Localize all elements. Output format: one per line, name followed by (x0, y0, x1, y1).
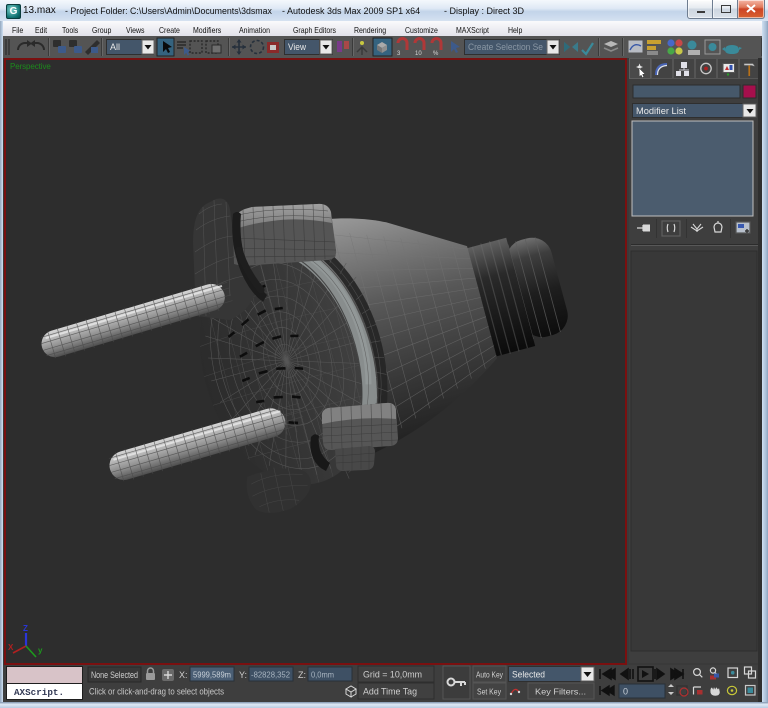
svg-text:Add Time Tag: Add Time Tag (363, 687, 417, 697)
svg-text:Key Filters...: Key Filters... (535, 687, 586, 697)
svg-text:All: All (110, 42, 120, 52)
svg-text:View: View (288, 42, 306, 52)
svg-text:%: % (433, 51, 439, 57)
svg-text:X:: X: (179, 670, 188, 680)
svg-text:3: 3 (397, 51, 401, 57)
svg-text:X: X (8, 643, 14, 652)
svg-text:0,0mm: 0,0mm (311, 670, 334, 680)
svg-text:Y:: Y: (239, 670, 247, 680)
svg-text:-82828,352: -82828,352 (251, 670, 290, 680)
svg-text:Create Selection Se: Create Selection Se (468, 42, 543, 52)
svg-text:10: 10 (415, 51, 422, 57)
svg-text:Selected: Selected (512, 670, 545, 680)
svg-text:AXScript.: AXScript. (14, 687, 64, 698)
svg-text:y: y (38, 646, 43, 655)
svg-text:Z: Z (23, 624, 28, 633)
svg-text:Z:: Z: (298, 670, 306, 680)
svg-text:Set Key: Set Key (477, 687, 502, 697)
svg-text:5999,589m: 5999,589m (193, 670, 231, 680)
svg-text:0: 0 (623, 687, 628, 697)
svg-text:Grid = 10,0mm: Grid = 10,0mm (363, 670, 422, 680)
svg-text:Click or click-and-drag to sel: Click or click-and-drag to select object… (89, 687, 224, 697)
svg-text:Auto Key: Auto Key (476, 670, 504, 680)
svg-text:Modifier List: Modifier List (636, 106, 686, 117)
svg-text:None Selected: None Selected (91, 670, 138, 680)
